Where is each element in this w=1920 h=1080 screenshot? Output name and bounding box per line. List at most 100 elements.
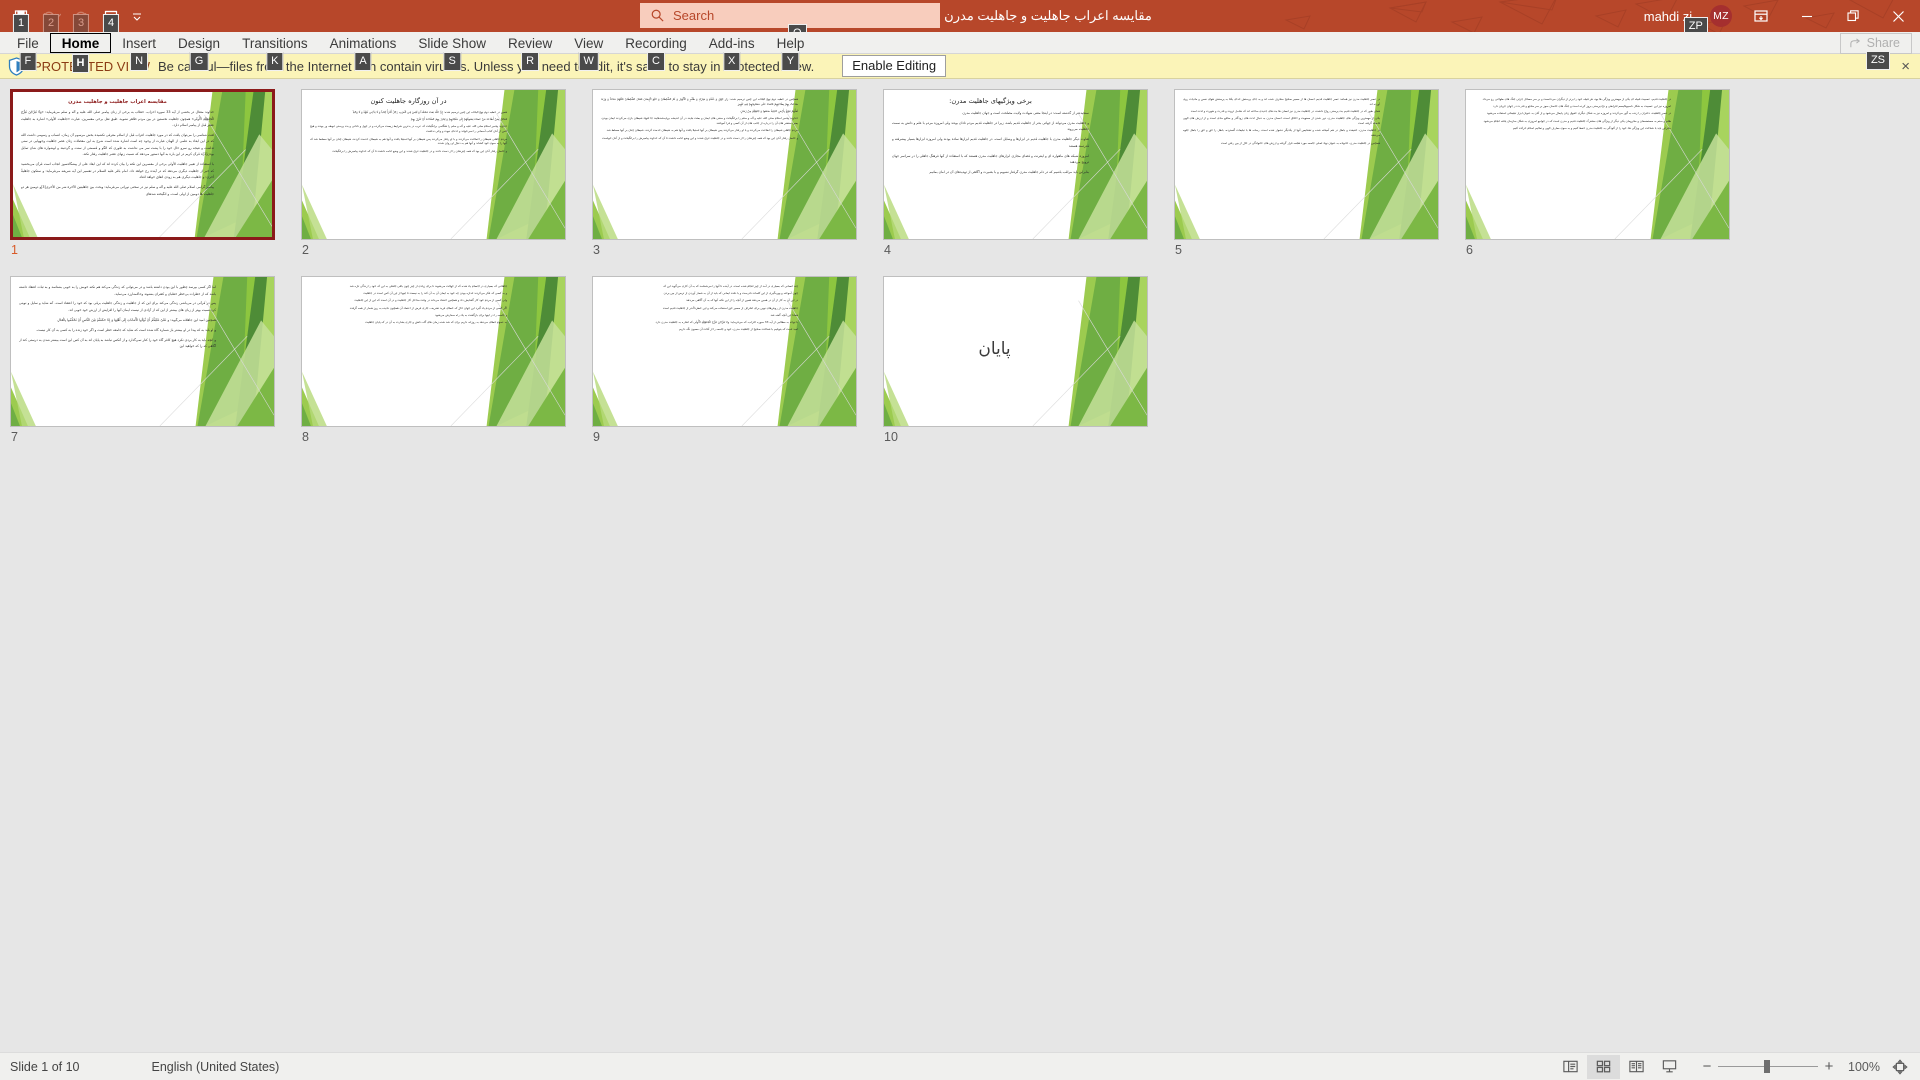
slide-paragraph: بنابراین باید با شناخت این ویژگی ها، خود…: [1512, 125, 1671, 130]
start-from-beginning-button[interactable]: 4: [96, 3, 126, 32]
slide-text-body: جاهلانی که بسیاری در اجسام یاد شده که از…: [310, 284, 507, 421]
slide-thumbnail-5[interactable]: در عصر جاهلیت مدرن نیز همانند عصر جاهلیت…: [1174, 89, 1465, 257]
zoom-in-button[interactable]: +: [1818, 1058, 1840, 1075]
zoom-out-button[interactable]: −: [1696, 1058, 1718, 1075]
keytip-tab-transitions: K: [266, 52, 284, 71]
restore-button[interactable]: [1830, 0, 1876, 32]
ribbon-display-options-button[interactable]: [1738, 0, 1784, 32]
slide-paragraph: همچنین در خطبه دوم نهج البلاغه این چنین …: [601, 97, 798, 106]
slide-thumbnail-8[interactable]: جاهلانی که بسیاری در اجسام یاد شده که از…: [301, 276, 592, 444]
slide-canvas: در جاهلیت قدیم، عصبیت قبیله ای یکی از مه…: [1466, 90, 1729, 239]
slide-sorter-view-button[interactable]: [1587, 1054, 1620, 1079]
slide-thumbnail-frame[interactable]: در آن روزگاره جاهلیت کنون همین در خطبه دو…: [301, 89, 566, 240]
slide-paragraph: چند انسانی که بسیاری در آمد از چیز انجام…: [663, 284, 798, 288]
tab-transitions-label: Transitions: [242, 35, 308, 51]
slide-heading: برخی ویژگیهای جاهلیت مدرن:: [949, 97, 1032, 105]
keytip-tab-add-ins: X: [723, 52, 741, 71]
zoom-slider[interactable]: [1718, 1060, 1818, 1073]
slide-thumbnail-1[interactable]: مقایسه اعراب جاهلیت و جاهلیت مدرن خداوند …: [10, 89, 301, 257]
tab-recording[interactable]: Recording C: [614, 32, 698, 71]
share-icon: [1849, 37, 1860, 47]
slide-thumbnail-frame[interactable]: جاهلانی که بسیاری در اجسام یاد شده که از…: [301, 276, 566, 427]
slide-thumbnail-frame[interactable]: مقایسه اعراب جاهلیت و جاهلیت مدرن خداوند …: [10, 89, 275, 240]
slide-thumbnail-frame[interactable]: برخی ویژگیهای جاهلیت مدرن: سنجیده‌تر از گ…: [883, 89, 1148, 240]
slide-text-body: برخی ویژگیهای جاهلیت مدرن: سنجیده‌تر از گ…: [892, 97, 1089, 234]
slide-thumbnail-10[interactable]: پایان 10: [883, 276, 1174, 444]
customize-qat-button[interactable]: [126, 3, 148, 29]
minimize-button[interactable]: [1784, 0, 1830, 32]
tab-transitions[interactable]: Transitions K: [231, 32, 319, 71]
slide-thumbnail-frame[interactable]: پایان: [883, 276, 1148, 427]
tab-animations[interactable]: Animations A: [319, 32, 408, 71]
slide-indicator[interactable]: Slide 1 of 10: [10, 1060, 94, 1074]
tab-slide-show[interactable]: Slide Show S: [407, 32, 497, 71]
slide-thumbnail-4[interactable]: برخی ویژگیهای جاهلیت مدرن: سنجیده‌تر از گ…: [883, 89, 1174, 257]
close-button[interactable]: [1876, 0, 1920, 32]
slide-show-view-button[interactable]: [1653, 1055, 1686, 1079]
zoom-slider-thumb[interactable]: [1764, 1060, 1770, 1073]
normal-view-button[interactable]: [1554, 1055, 1587, 1079]
undo-button[interactable]: 2: [36, 3, 66, 32]
redo-button[interactable]: 3: [66, 3, 96, 32]
quick-access-toolbar: 1 2 3 4: [0, 0, 148, 32]
slide-thumbnail-frame[interactable]: اما اگر کسی بپرسد چطور با این بودن داشته…: [10, 276, 275, 427]
slide-thumbnail-frame[interactable]: چند انسانی که بسیاری در آمد از چیز انجام…: [592, 276, 857, 427]
slide-paragraph: همانا این آنچه گفته شد: [770, 312, 798, 317]
slide-paragraph: همین در خطبه دوم نهج البلاغه این چنین تر…: [352, 110, 507, 114]
close-icon[interactable]: ×: [1901, 59, 1910, 74]
reading-view-button[interactable]: [1620, 1055, 1653, 1079]
zoom-level-label[interactable]: 100%: [1840, 1060, 1886, 1074]
tab-review[interactable]: Review R: [497, 32, 563, 71]
language-indicator[interactable]: English (United States): [94, 1060, 280, 1074]
enable-editing-button[interactable]: Enable Editing: [842, 55, 947, 77]
slide-thumbnail-frame[interactable]: در جاهلیت قدیم، عصبیت قبیله ای یکی از مه…: [1465, 89, 1730, 240]
slide-number-label: 3: [593, 243, 600, 257]
tab-help[interactable]: Help Y: [766, 32, 816, 71]
slide-grid: مقایسه اعراب جاهلیت و جاهلیت مدرن خداوند …: [10, 89, 1920, 463]
slide-canvas: همچنین در خطبه دوم نهج البلاغه این چنین …: [593, 90, 856, 239]
tab-home[interactable]: Home H: [49, 33, 112, 73]
status-bar: Slide 1 of 10 English (United States) − …: [0, 1052, 1920, 1080]
document-title: مقایسه اعراب جاهلیت و جاهلیت مدرن [Prote…: [768, 8, 1152, 23]
slide-paragraph: امروزه شبکه های ماهواره ای و اینترنت و ف…: [892, 153, 1089, 165]
slide-number-label: 2: [302, 243, 309, 257]
slide-paragraph: در این آن به کار از آن در همین می‌دهد هم…: [686, 298, 798, 303]
save-button[interactable]: 1: [6, 3, 36, 32]
titlebar-right-group: mahdi zi... MZ ZP: [1644, 0, 1920, 32]
keytip-tab-design: G: [189, 52, 209, 71]
search-icon: [651, 9, 664, 22]
tab-file[interactable]: File F: [6, 32, 50, 71]
slide-thumbnail-3[interactable]: همچنین در خطبه دوم نهج البلاغه این چنین …: [592, 89, 883, 257]
slide-paragraph: در جاهلیت مدرن، حقیقت و باطل در هم آمیخت…: [1183, 128, 1380, 138]
slide-thumbnail-9[interactable]: چند انسانی که بسیاری در آمد از چیز انجام…: [592, 276, 883, 444]
fit-to-window-button[interactable]: [1886, 1058, 1914, 1075]
slide-paragraph: همچنین امید این جاهلانه می‌گوید: و عَلَى…: [57, 317, 216, 322]
slide-thumbnail-7[interactable]: اما اگر کسی بپرسد چطور با این بودن داشته…: [10, 276, 301, 444]
account-button[interactable]: mahdi zi... MZ ZP: [1644, 5, 1738, 32]
keytip-tab-home: H: [71, 54, 90, 73]
slide-center-text: پایان: [978, 338, 1011, 359]
slide-paragraph: اما اگر کسی بپرسد چطور با این بودن داشته…: [19, 285, 216, 296]
tab-home-label: Home: [61, 35, 100, 51]
slide-paragraph: همچنین در جاهلیت مدرن، خانواده به عنوان …: [1221, 140, 1380, 145]
tab-design-label: Design: [178, 35, 221, 51]
tab-design[interactable]: Design G: [167, 32, 231, 71]
slide-sorter-pane[interactable]: مقایسه اعراب جاهلیت و جاهلیت مدرن خداوند …: [0, 80, 1920, 1052]
search-input[interactable]: Search Q: [640, 3, 940, 32]
slide-paragraph: و به کسی که فکر می‌کردند اندازه بودن چه …: [363, 291, 507, 296]
tab-insert[interactable]: Insert N: [111, 32, 167, 71]
keytip-undo: 2: [42, 14, 60, 32]
keytip-account: ZP: [1683, 17, 1708, 32]
slide-canvas: چند انسانی که بسیاری در آمد از چیز انجام…: [593, 277, 856, 426]
tab-add-ins[interactable]: Add-ins X: [698, 32, 766, 71]
slide-thumbnail-frame[interactable]: در عصر جاهلیت مدرن نیز همانند عصر جاهلیت…: [1174, 89, 1439, 240]
slide-canvas: اما اگر کسی بپرسد چطور با این بودن داشته…: [11, 277, 274, 426]
slide-thumbnail-frame[interactable]: همچنین در خطبه دوم نهج البلاغه این چنین …: [592, 89, 857, 240]
slide-thumbnail-2[interactable]: در آن روزگاره جاهلیت کنون همین در خطبه دو…: [301, 89, 592, 257]
slide-paragraph: و او باید به که پیدا در او بیشتر باز شما…: [36, 327, 216, 332]
tab-view[interactable]: View W: [563, 32, 614, 71]
slide-canvas: در عصر جاهلیت مدرن نیز همانند عصر جاهلیت…: [1175, 90, 1438, 239]
slide-paragraph: پیامبر گرامی اسلام صلی الله علیه و آله و…: [21, 185, 214, 196]
slide-thumbnail-6[interactable]: در جاهلیت قدیم، عصبیت قبیله ای یکی از مه…: [1465, 89, 1756, 257]
slide-number-label: 4: [884, 243, 891, 257]
